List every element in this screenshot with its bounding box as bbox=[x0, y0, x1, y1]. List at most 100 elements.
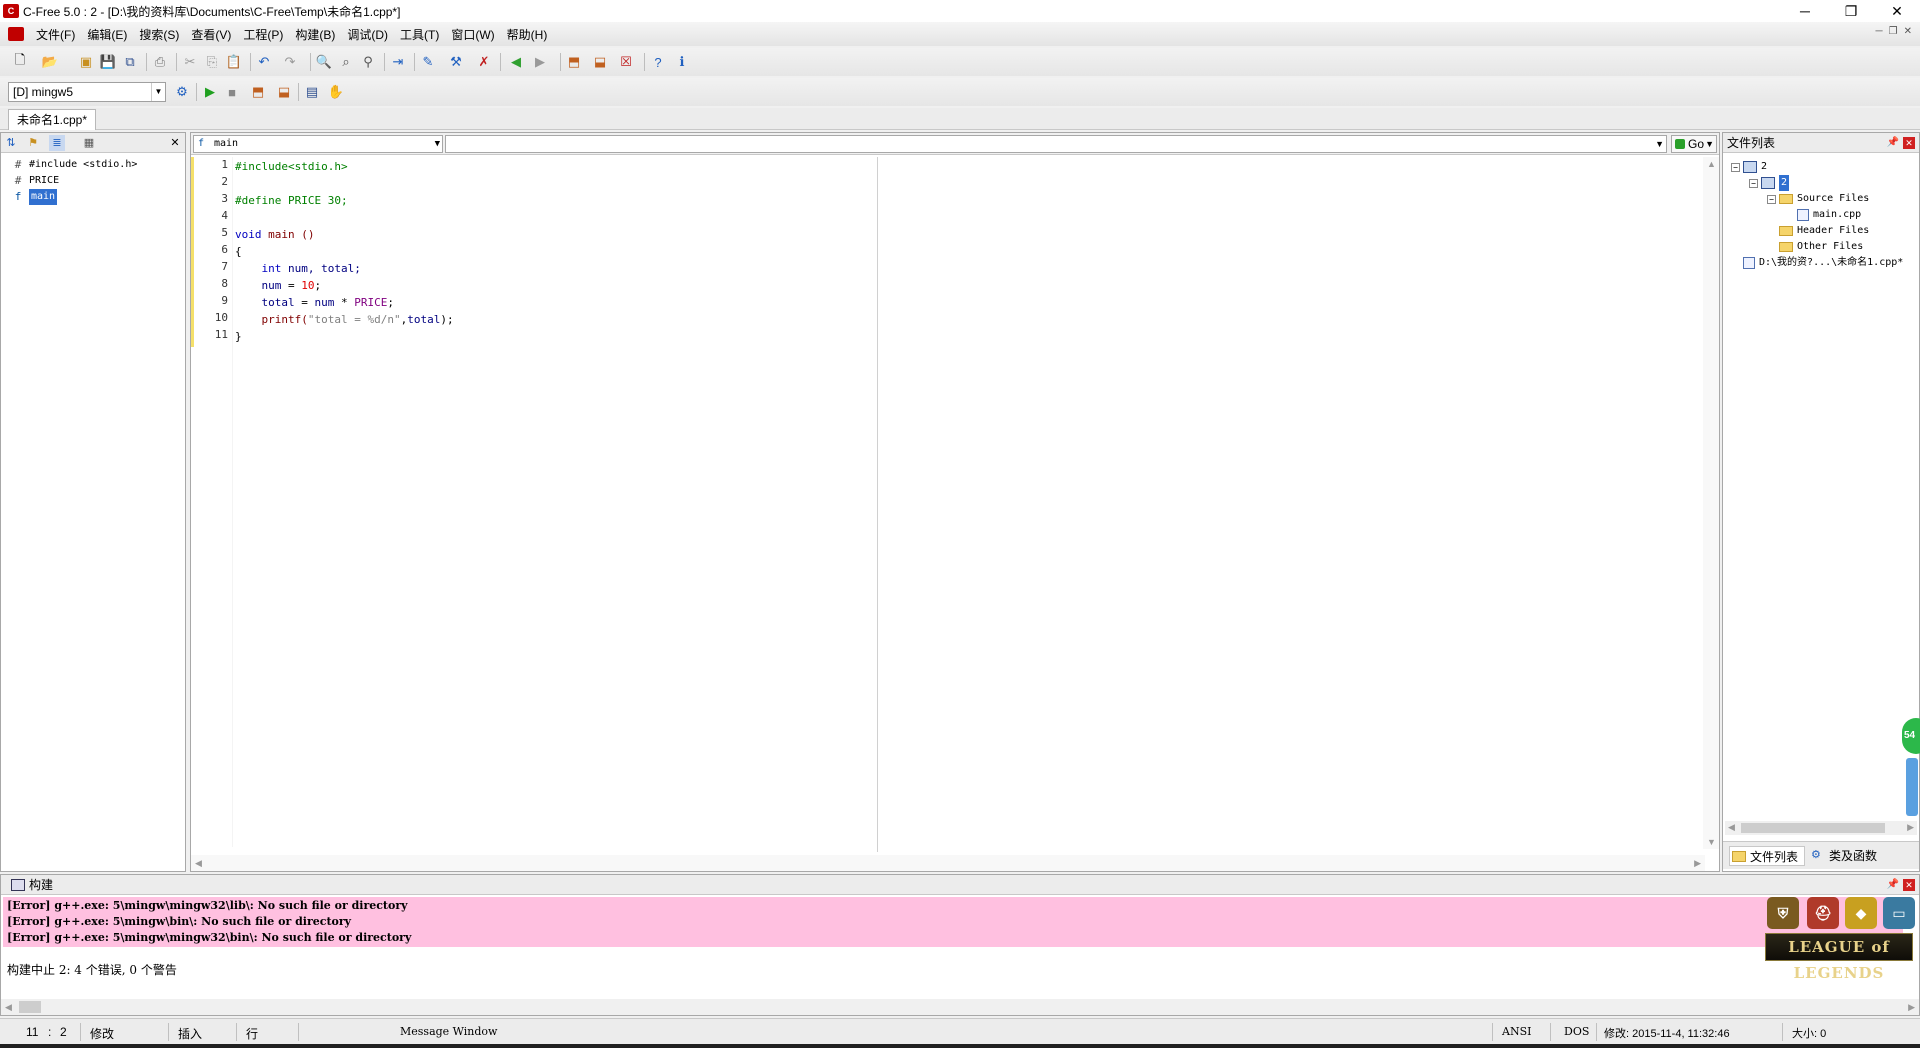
tab-class-functions[interactable]: ⚙ 类及函数 bbox=[1809, 846, 1877, 866]
lol-helmet-icon[interactable]: ⛑ bbox=[1807, 897, 1839, 929]
compiler-select[interactable]: [D] mingw5 ▼ bbox=[8, 82, 166, 102]
goto-icon[interactable]: ⇥ bbox=[388, 52, 408, 72]
tree-item[interactable]: main.cpp bbox=[1785, 207, 1861, 223]
document-menu-icon[interactable] bbox=[8, 27, 24, 41]
menu-search[interactable]: 搜索(S) bbox=[133, 26, 185, 43]
code-line[interactable]: { bbox=[235, 243, 242, 260]
error-line[interactable]: [Error] g++.exe: 5\mingw\mingw32\lib\: N… bbox=[7, 899, 408, 912]
paste-icon[interactable]: 📋 bbox=[224, 52, 244, 72]
forward-icon[interactable]: ▶ bbox=[530, 52, 550, 72]
mdi-restore-button[interactable]: ❐ bbox=[1889, 26, 1898, 37]
compiler-options-icon[interactable]: ⚙ bbox=[172, 82, 192, 102]
mdi-close-button[interactable]: ✕ bbox=[1904, 26, 1912, 37]
tree-item[interactable]: D:\我的资?...\未命名1.cpp* bbox=[1731, 255, 1903, 271]
menu-project[interactable]: 工程(P) bbox=[237, 26, 289, 43]
menu-file[interactable]: 文件(F) bbox=[30, 26, 81, 43]
minimize-button[interactable]: ─ bbox=[1782, 0, 1828, 22]
tab-untitled1[interactable]: 未命名1.cpp* bbox=[8, 109, 97, 130]
close-icon[interactable]: ✕ bbox=[167, 135, 183, 151]
menu-view[interactable]: 查看(V) bbox=[185, 26, 237, 43]
scroll-down-icon[interactable]: ▼ bbox=[1707, 837, 1716, 847]
menu-tools[interactable]: 工具(T) bbox=[394, 26, 445, 43]
close-icon[interactable]: ✕ bbox=[1903, 879, 1915, 891]
pin-icon[interactable]: 📌 bbox=[1887, 133, 1899, 153]
class-view-icon[interactable]: ▦ bbox=[81, 135, 97, 151]
close-button[interactable]: ✕ bbox=[1874, 0, 1920, 22]
menu-help[interactable]: 帮助(H) bbox=[501, 26, 554, 43]
sort-icon[interactable]: ⇅ bbox=[3, 135, 19, 151]
undo-icon[interactable]: ↶ bbox=[254, 52, 274, 72]
collapse-icon[interactable]: − bbox=[1731, 162, 1740, 172]
run-icon[interactable]: ▶ bbox=[200, 82, 220, 102]
debug-icon[interactable]: ☒ bbox=[616, 52, 636, 72]
open-icon[interactable]: 📂 bbox=[40, 52, 60, 72]
scroll-right-icon[interactable]: ▶ bbox=[1694, 858, 1701, 869]
tree-scrollbar[interactable]: ◀ ▶ bbox=[1725, 821, 1917, 835]
pin-icon[interactable]: 📌 bbox=[1887, 875, 1899, 895]
compile-icon[interactable]: ✎ bbox=[418, 52, 438, 72]
tab-file-list[interactable]: 文件列表 bbox=[1729, 846, 1806, 866]
restore-button[interactable]: ❐ bbox=[1828, 0, 1874, 22]
tree-item[interactable]: Header Files bbox=[1767, 223, 1869, 239]
close-icon[interactable]: ✕ bbox=[1903, 137, 1915, 149]
menu-edit[interactable]: 编辑(E) bbox=[81, 26, 133, 43]
rebuild-icon[interactable]: ✗ bbox=[474, 52, 494, 72]
run-icon[interactable]: ⬒ bbox=[564, 52, 584, 72]
find-replace-icon[interactable]: ⌕ bbox=[336, 52, 356, 72]
cut-icon[interactable]: ✂ bbox=[180, 52, 200, 72]
scroll-right-icon[interactable]: ▶ bbox=[1907, 822, 1914, 833]
hand-icon[interactable]: ✋ bbox=[326, 82, 346, 102]
scroll-thumb[interactable] bbox=[1741, 823, 1885, 833]
build-scrollbar[interactable]: ◀ ▶ bbox=[1, 999, 1919, 1015]
save-all-icon[interactable]: ⧉ bbox=[120, 52, 140, 72]
info-icon[interactable]: ℹ bbox=[672, 52, 692, 72]
open-project-icon[interactable]: ▣ bbox=[76, 52, 96, 72]
watch-icon[interactable]: ▤ bbox=[302, 82, 322, 102]
symbol-item-main[interactable]: f main bbox=[11, 189, 58, 205]
symbol-item-price[interactable]: # PRICE bbox=[11, 173, 59, 189]
copy-icon[interactable]: ⎘ bbox=[202, 52, 222, 72]
tree-item[interactable]: −2 bbox=[1731, 159, 1767, 175]
lol-chat-icon[interactable]: ▭ bbox=[1883, 897, 1915, 929]
code-line[interactable]: #define PRICE 30; bbox=[235, 192, 348, 209]
tree-item[interactable]: − Source Files bbox=[1767, 191, 1869, 207]
menu-window[interactable]: 窗口(W) bbox=[445, 26, 500, 43]
scope-select[interactable]: ▼ bbox=[445, 135, 1667, 153]
code-line[interactable]: int num, total; bbox=[235, 260, 361, 277]
error-line[interactable]: [Error] g++.exe: 5\mingw\bin\: No such f… bbox=[7, 915, 351, 928]
collapse-icon[interactable]: − bbox=[1749, 178, 1758, 188]
horizontal-scrollbar[interactable]: ◀ ▶ bbox=[191, 855, 1705, 871]
lol-shield-icon[interactable]: ⛨ bbox=[1767, 897, 1799, 929]
function-select[interactable]: f main ▼ bbox=[193, 135, 443, 153]
code-line[interactable]: void main () bbox=[235, 226, 314, 243]
filter-icon[interactable]: ⚑ bbox=[25, 135, 41, 151]
lol-badge-icon[interactable]: ◆ bbox=[1845, 897, 1877, 929]
menu-build[interactable]: 构建(B) bbox=[289, 26, 341, 43]
scroll-left-icon[interactable]: ◀ bbox=[5, 1002, 12, 1013]
print-icon[interactable]: ⎙ bbox=[150, 52, 170, 72]
menu-debug[interactable]: 调试(D) bbox=[341, 26, 394, 43]
new-file-icon[interactable]: 🗋 bbox=[10, 52, 30, 72]
step-icon[interactable]: ⬒ bbox=[248, 82, 268, 102]
list-view-icon[interactable]: ≣ bbox=[49, 135, 65, 151]
floating-widget[interactable]: 54 bbox=[1902, 718, 1920, 818]
step-over-icon[interactable]: ⬓ bbox=[274, 82, 294, 102]
build-icon[interactable]: ⚒ bbox=[446, 52, 466, 72]
back-icon[interactable]: ◀ bbox=[506, 52, 526, 72]
help-icon[interactable]: ? bbox=[648, 52, 668, 72]
code-line[interactable]: num = 10; bbox=[235, 277, 321, 294]
symbol-item-include[interactable]: # #include <stdio.h> bbox=[11, 157, 138, 173]
mdi-minimize-button[interactable]: ─ bbox=[1876, 26, 1883, 37]
find-in-files-icon[interactable]: ⚲ bbox=[358, 52, 378, 72]
tree-item[interactable]: Other Files bbox=[1767, 239, 1863, 255]
game-overlay[interactable]: ⛨ ⛑ ◆ ▭ LEAGUE of LEGENDS bbox=[1763, 895, 1915, 982]
scroll-up-icon[interactable]: ▲ bbox=[1707, 159, 1716, 169]
scroll-left-icon[interactable]: ◀ bbox=[195, 858, 202, 869]
collapse-icon[interactable]: − bbox=[1767, 194, 1776, 204]
code-line[interactable]: } bbox=[235, 328, 242, 345]
redo-icon[interactable]: ↷ bbox=[280, 52, 300, 72]
stop-icon[interactable]: ■ bbox=[222, 82, 242, 102]
widget-badge[interactable]: 54 bbox=[1902, 718, 1920, 754]
code-line[interactable]: total = num * PRICE; bbox=[235, 294, 394, 311]
save-icon[interactable]: 💾 bbox=[98, 52, 118, 72]
